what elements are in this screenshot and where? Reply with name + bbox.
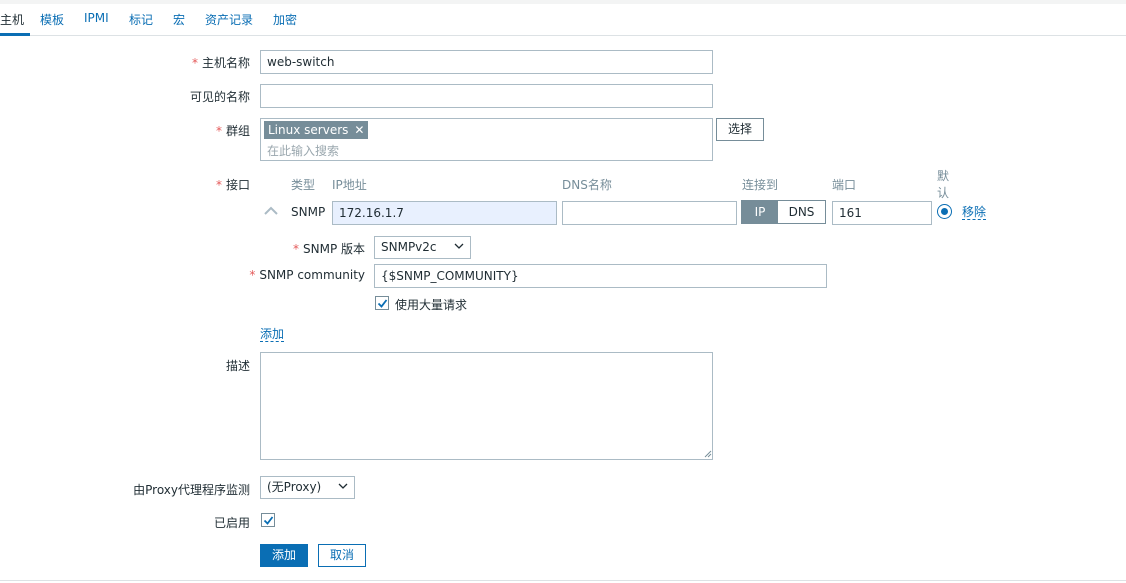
checkmark-icon (263, 516, 274, 525)
tab-ipmi[interactable]: IPMI (84, 11, 109, 25)
groups-multiselect[interactable]: Linux servers ✕ 在此输入搜索 (260, 118, 713, 161)
col-port-header: 端口 (832, 178, 857, 192)
snmp-community-input[interactable] (374, 264, 827, 288)
groups-search-placeholder[interactable]: 在此输入搜索 (267, 142, 339, 159)
snmp-community-label: * SNMP community (249, 268, 365, 282)
bulk-requests-checkbox[interactable] (375, 296, 389, 310)
interface-port-input[interactable] (832, 201, 932, 225)
group-chip: Linux servers ✕ (264, 121, 369, 139)
tab-tags[interactable]: 标记 (129, 11, 153, 28)
tab-inventory[interactable]: 资产记录 (205, 11, 253, 28)
chip-remove-icon[interactable]: ✕ (354, 123, 364, 137)
connect-dns-button[interactable]: DNS (778, 201, 825, 223)
enabled-label: 已启用 (213, 516, 250, 530)
col-default-header-2: 认 (937, 186, 950, 200)
tab-bar: 主机 模板 IPMI 标记 宏 资产记录 加密 (0, 4, 1126, 36)
connect-ip-button[interactable]: IP (742, 201, 778, 223)
default-interface-radio[interactable] (937, 204, 952, 219)
interface-ip-input[interactable] (332, 201, 557, 225)
add-button[interactable]: 添加 (260, 544, 308, 567)
chevron-down-icon (454, 243, 464, 249)
col-ip-header: IP地址 (332, 178, 367, 192)
cancel-button[interactable]: 取消 (318, 544, 366, 567)
bottom-divider (0, 580, 1126, 581)
groups-select-button[interactable]: 选择 (716, 118, 764, 141)
visible-name-label: 可见的名称 (189, 90, 250, 104)
col-dns-header: DNS名称 (562, 178, 612, 192)
tab-macros[interactable]: 宏 (173, 11, 185, 28)
col-connect-header: 连接到 (742, 178, 779, 192)
bulk-requests-label: 使用大量请求 (395, 298, 468, 312)
snmp-version-select[interactable]: SNMPv2c (374, 236, 471, 259)
proxy-label: 由Proxy代理程序监测 (133, 483, 250, 497)
interfaces-label: * 接口 (215, 178, 250, 192)
tab-templates[interactable]: 模板 (40, 11, 64, 28)
enabled-checkbox[interactable] (261, 513, 275, 527)
description-label: 描述 (225, 359, 250, 373)
remove-interface-link[interactable]: 移除 (962, 205, 987, 220)
group-chip-label: Linux servers (268, 123, 349, 137)
col-type-header: 类型 (291, 178, 316, 192)
chevron-down-icon (338, 483, 348, 489)
snmp-version-label: * SNMP 版本 (293, 242, 365, 256)
snmp-version-value: SNMPv2c (381, 240, 437, 254)
active-tab-indicator (0, 33, 30, 36)
host-name-input[interactable] (260, 50, 713, 74)
checkmark-icon (377, 299, 388, 308)
connect-to-toggle: IP DNS (741, 200, 826, 224)
groups-label: * 群组 (215, 124, 250, 138)
visible-name-input[interactable] (260, 84, 713, 108)
tab-encryption[interactable]: 加密 (273, 11, 297, 28)
tab-host[interactable]: 主机 (0, 11, 24, 28)
resize-grip-icon[interactable] (703, 449, 712, 458)
description-textarea[interactable] (260, 352, 713, 460)
interface-type: SNMP (291, 205, 326, 219)
interface-dns-input[interactable] (562, 201, 737, 225)
proxy-value: (无Proxy) (267, 480, 322, 494)
host-name-label: * 主机名称 (191, 56, 250, 70)
add-interface-link[interactable]: 添加 (260, 327, 285, 342)
chevron-up-icon[interactable] (264, 206, 278, 216)
proxy-select[interactable]: (无Proxy) (260, 476, 355, 499)
col-default-header-1: 默 (937, 169, 950, 183)
